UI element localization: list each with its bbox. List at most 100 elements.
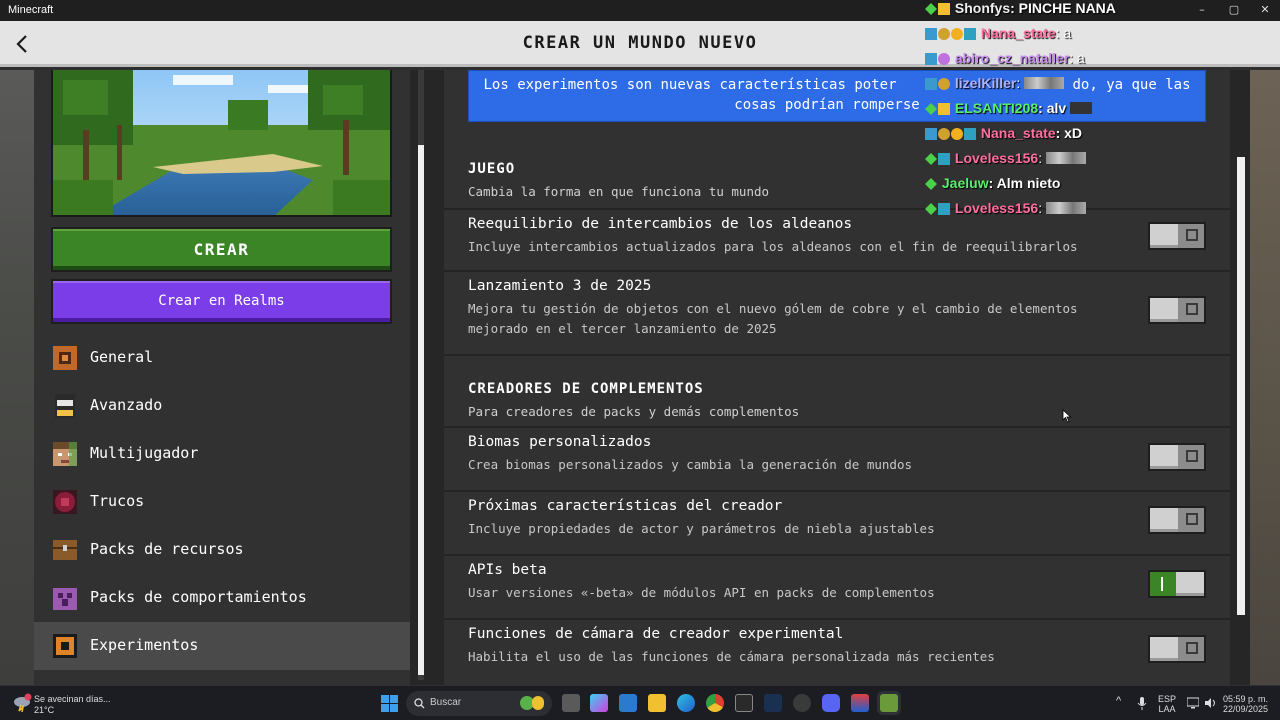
chat-message: Loveless156: bbox=[925, 200, 1086, 218]
toggle-knob bbox=[1150, 445, 1178, 469]
chat-message: lizelKiller: bbox=[925, 75, 1065, 93]
setting-description: Incluye intercambios actualizados para l… bbox=[468, 239, 1078, 254]
experimental-creator-camera-toggle[interactable] bbox=[1148, 635, 1206, 663]
toggle-on-mark bbox=[1161, 577, 1163, 591]
chat-text: : a bbox=[1069, 50, 1085, 66]
nav-item-general[interactable]: General bbox=[34, 334, 410, 382]
setting-title: APIs beta bbox=[468, 562, 547, 578]
bits-badge-icon bbox=[938, 78, 950, 90]
setting-upcoming-creator-features: Próximas características del creador Inc… bbox=[444, 490, 1230, 554]
custom-biomes-toggle[interactable] bbox=[1148, 443, 1206, 471]
mod-badge-icon bbox=[925, 53, 937, 65]
left-scrollbar[interactable] bbox=[410, 70, 444, 685]
weather-widget[interactable] bbox=[12, 693, 32, 713]
search-highlight-icon bbox=[532, 696, 544, 710]
maximize-button[interactable]: ▢ bbox=[1219, 2, 1249, 18]
weather-forecast: Se avecinan días... bbox=[34, 694, 111, 704]
crown-badge-icon bbox=[938, 3, 950, 15]
world-background-right bbox=[1250, 70, 1280, 685]
nav-item-resource-packs[interactable]: Packs de recursos bbox=[34, 526, 410, 574]
section-title-addon-creators: CREADORES DE COMPLEMENTOS bbox=[468, 381, 704, 397]
taskbar-search-box[interactable]: Buscar bbox=[406, 691, 552, 716]
nav-label-resource-packs: Packs de recursos bbox=[90, 540, 244, 558]
experiments-icon bbox=[53, 634, 77, 658]
chat-message: Nana_state: xD bbox=[925, 125, 1082, 143]
nav-item-cheats[interactable]: Trucos bbox=[34, 478, 410, 526]
chat-text: : xD bbox=[1055, 125, 1083, 141]
toggle-knob bbox=[1150, 637, 1178, 661]
nav-label-multiplayer: Multijugador bbox=[90, 444, 199, 462]
store-icon[interactable] bbox=[619, 694, 637, 712]
right-scrollbar[interactable] bbox=[1230, 70, 1250, 685]
chat-text: : Alm nieto bbox=[988, 175, 1061, 191]
copilot-icon[interactable] bbox=[590, 694, 608, 712]
file-explorer-icon[interactable] bbox=[648, 694, 666, 712]
villager-trade-rebalance-toggle[interactable] bbox=[1148, 222, 1206, 250]
nav-label-general: General bbox=[90, 348, 154, 366]
window-title: Minecraft bbox=[8, 4, 54, 16]
microphone-icon[interactable] bbox=[1137, 697, 1147, 711]
terminal-icon[interactable] bbox=[735, 694, 753, 712]
close-button[interactable]: ✕ bbox=[1250, 2, 1280, 18]
chat-message: Shonfys: PINCHE NANA bbox=[925, 0, 1116, 18]
edge-icon[interactable] bbox=[677, 694, 695, 712]
chat-username: Loveless156 bbox=[954, 150, 1039, 166]
task-view-icon[interactable] bbox=[562, 694, 580, 712]
steam-icon[interactable] bbox=[764, 694, 782, 712]
nav-item-advanced[interactable]: Avanzado bbox=[34, 382, 410, 430]
emote-icon bbox=[1070, 102, 1093, 114]
toggle-knob bbox=[1150, 224, 1178, 248]
chat-username: ELSANTI208 bbox=[954, 100, 1039, 116]
clock[interactable]: 05:59 p. m. 22/09/2025 bbox=[1222, 694, 1268, 714]
setting-description: Habilita el uso de las funciones de cáma… bbox=[468, 649, 995, 664]
sub-badge-icon bbox=[925, 3, 937, 15]
drop-3-2025-toggle[interactable] bbox=[1148, 296, 1206, 324]
banner-text-line2: cosas podrían romperse bbox=[734, 97, 920, 113]
obs-icon[interactable] bbox=[793, 694, 811, 712]
creeper-icon bbox=[53, 588, 77, 610]
clock-time: 05:59 p. m. bbox=[1222, 694, 1268, 704]
partner-badge-icon bbox=[938, 203, 950, 215]
toggle-off-mark bbox=[1186, 303, 1198, 315]
network-icon[interactable] bbox=[1187, 697, 1199, 709]
search-placeholder: Buscar bbox=[430, 697, 462, 708]
weather-text[interactable]: Se avecinan días... 21°C bbox=[34, 694, 111, 716]
chrome-icon[interactable] bbox=[706, 694, 724, 712]
chat-username: Loveless156 bbox=[954, 200, 1039, 216]
upcoming-creator-features-toggle[interactable] bbox=[1148, 506, 1206, 534]
toggle-knob bbox=[1150, 508, 1178, 532]
sub-badge-icon bbox=[925, 178, 937, 190]
nav-label-advanced: Avanzado bbox=[90, 396, 163, 414]
nav-item-multiplayer[interactable]: Multijugador bbox=[34, 430, 410, 478]
heart-badge-icon bbox=[938, 53, 950, 65]
partner-badge-icon bbox=[938, 153, 950, 165]
create-world-label: CREAR bbox=[193, 240, 250, 259]
create-world-button[interactable]: CREAR bbox=[51, 227, 392, 272]
left-scroll-thumb[interactable] bbox=[418, 145, 424, 675]
section-subtitle-game: Cambia la forma en que funciona tu mundo bbox=[468, 184, 770, 199]
setting-description: Mejora tu gestión de objetos con el nuev… bbox=[468, 301, 1078, 336]
tray-chevron-up-icon[interactable]: ^ bbox=[1116, 695, 1121, 707]
nav-item-experiments[interactable]: Experimentos bbox=[34, 622, 410, 670]
language-indicator[interactable]: ESP LAA bbox=[1158, 694, 1176, 714]
create-in-realms-button[interactable]: Crear en Realms bbox=[51, 279, 392, 324]
gold-badge-icon bbox=[951, 128, 963, 140]
mod-badge-icon bbox=[925, 28, 937, 40]
nav-item-behavior-packs[interactable]: Packs de comportamientos bbox=[34, 574, 410, 622]
discord-icon[interactable] bbox=[822, 694, 840, 712]
setting-beta-apis: APIs beta Usar versiones «-beta» de módu… bbox=[444, 554, 1230, 618]
setting-title: Funciones de cámara de creador experimen… bbox=[468, 626, 844, 642]
beta-apis-toggle[interactable] bbox=[1148, 570, 1206, 598]
create-in-realms-label: Crear en Realms bbox=[158, 293, 285, 309]
setting-drop-3-2025: Lanzamiento 3 de 2025 Mejora tu gestión … bbox=[444, 270, 1230, 354]
nav-label-behavior-packs: Packs de comportamientos bbox=[90, 588, 307, 606]
nav-label-cheats: Trucos bbox=[90, 492, 145, 510]
minecraft-icon[interactable] bbox=[880, 694, 898, 712]
cheats-icon bbox=[53, 490, 77, 514]
minimize-button[interactable]: – bbox=[1187, 2, 1217, 18]
right-scroll-thumb[interactable] bbox=[1237, 157, 1245, 615]
windows-start-icon[interactable] bbox=[381, 695, 398, 712]
volume-icon[interactable] bbox=[1204, 697, 1216, 709]
setting-description: Usar versiones «-beta» de módulos API en… bbox=[468, 585, 935, 600]
app-icon[interactable] bbox=[851, 694, 869, 712]
